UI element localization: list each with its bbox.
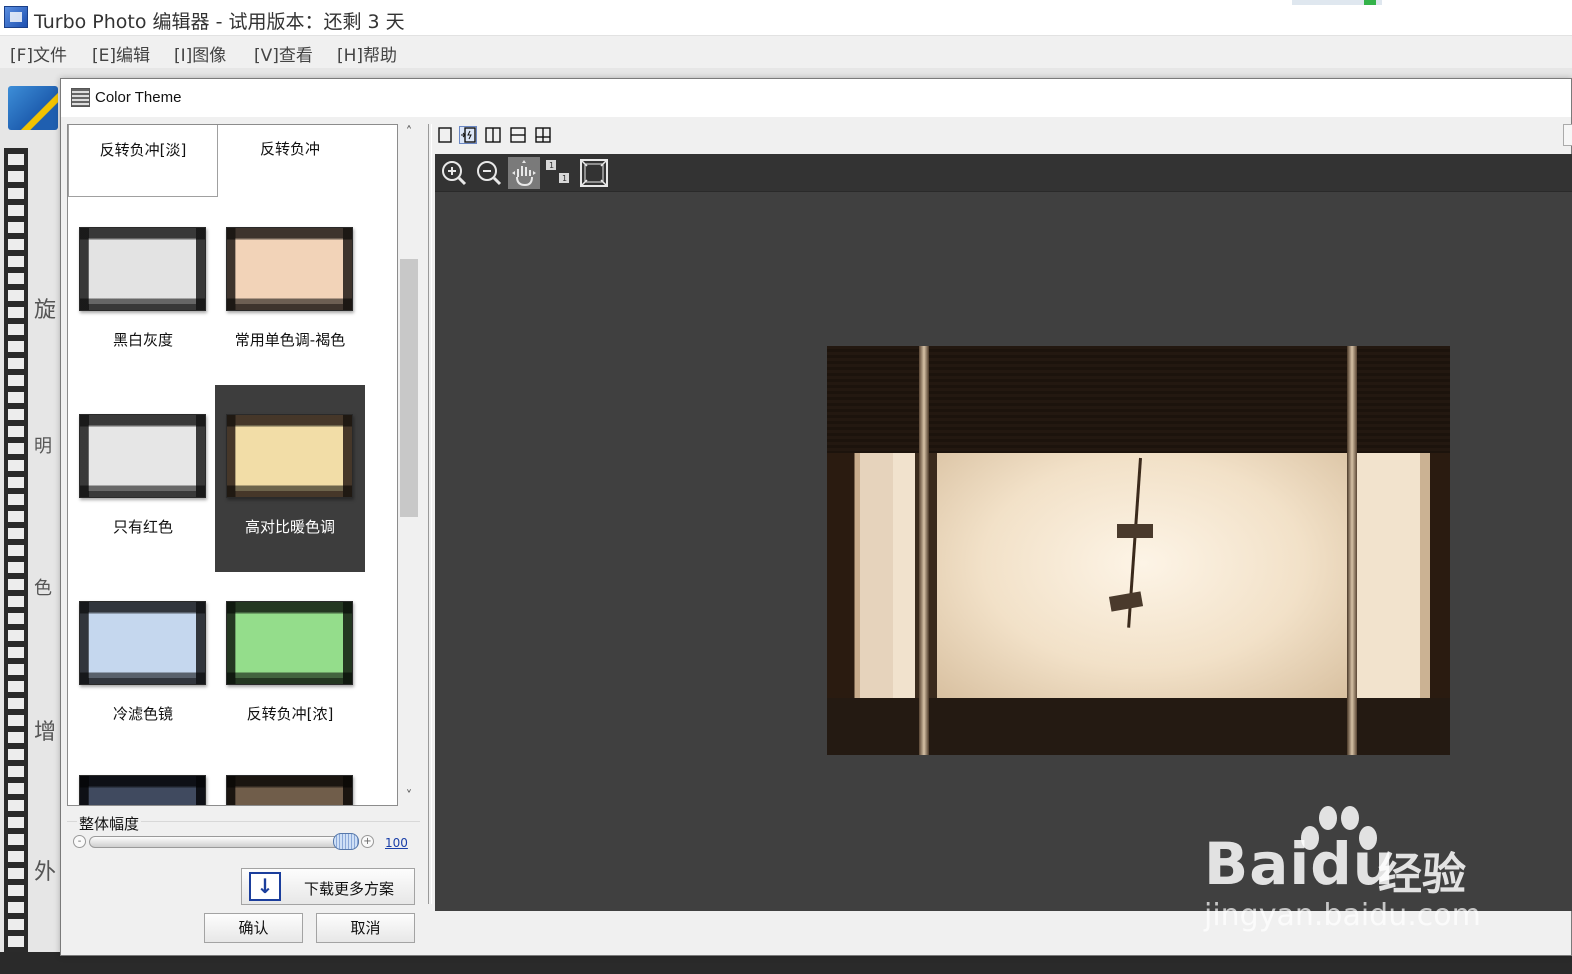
menu-file[interactable]: [F]文件: [10, 41, 67, 66]
split-vertical-icon[interactable]: [484, 126, 502, 144]
side-label: 外: [34, 860, 57, 885]
preview-image-tape: [1117, 524, 1153, 538]
menu-view[interactable]: [V]查看: [254, 41, 313, 66]
side-label: 增: [34, 720, 57, 745]
download-more-label: 下载更多方案: [304, 880, 395, 898]
theme-label: 冷滤色镜: [112, 705, 173, 723]
watermark-brand: Baidu: [1204, 830, 1395, 898]
preview-panel: 11: [435, 154, 1572, 911]
theme-tile[interactable]: 高对比暖色调: [215, 385, 365, 572]
download-icon: ↓: [249, 872, 281, 901]
scroll-down-icon[interactable]: ˅: [399, 788, 419, 806]
theme-list-scrollbar[interactable]: ˄ ˅: [399, 124, 419, 806]
theme-thumbnail: [79, 227, 206, 311]
side-label: 色: [34, 578, 52, 599]
theme-tile[interactable]: 只有红色: [68, 385, 218, 572]
amplitude-slider[interactable]: [89, 836, 359, 848]
side-label: 明: [34, 436, 52, 457]
watermark-url: jingyan.baidu.com: [1204, 898, 1481, 933]
side-label: 旋: [34, 298, 57, 323]
theme-thumbnail: [226, 775, 353, 805]
menu-edit[interactable]: [E]编辑: [92, 41, 150, 66]
svg-text:1: 1: [562, 174, 567, 183]
dialog-titlebar: Color Theme: [61, 79, 1571, 117]
theme-tile[interactable]: 反转负冲[浓]: [215, 572, 365, 759]
svg-text:1: 1: [549, 161, 554, 170]
watermark-jingyan: 经验: [1378, 849, 1466, 900]
top-indicator: [1292, 0, 1382, 5]
preview-image: [827, 346, 1450, 755]
theme-tile[interactable]: [215, 759, 365, 805]
fit-window-icon[interactable]: [578, 157, 610, 189]
theme-thumbnail: [79, 775, 206, 805]
dialog-app-icon: [71, 88, 90, 107]
preview-image-frame: [1347, 346, 1357, 755]
theme-thumbnail: [226, 227, 353, 311]
theme-label: 反转负冲: [259, 140, 320, 158]
app-titlebar: Turbo Photo 编辑器 - 试用版本：还剩 3 天: [0, 0, 1572, 36]
menu-help[interactable]: [H]帮助: [337, 41, 397, 66]
theme-label: 常用单色调-褐色: [234, 331, 346, 349]
actual-size-icon[interactable]: 11: [543, 157, 575, 189]
theme-label: 反转负冲[浓]: [246, 705, 334, 723]
pan-hand-icon[interactable]: [508, 157, 540, 189]
preview-image-backdrop: [937, 453, 1349, 698]
tool-icon[interactable]: [8, 86, 58, 130]
app-title: Turbo Photo 编辑器 - 试用版本：还剩 3 天: [34, 11, 405, 33]
theme-thumbnail: [79, 414, 206, 498]
amplitude-group: 整体幅度 - + 100: [67, 813, 420, 861]
amplitude-slider-handle[interactable]: [333, 833, 359, 850]
menu-image[interactable]: [I]图像: [174, 41, 226, 66]
split-horizontal-icon[interactable]: [509, 126, 527, 144]
app-logo-icon: [4, 6, 28, 28]
theme-tile[interactable]: 黑白灰度: [68, 198, 218, 385]
zoom-in-icon[interactable]: [438, 157, 470, 189]
theme-thumbnail: [79, 601, 206, 685]
theme-tile[interactable]: 反转负冲: [215, 125, 365, 197]
theme-tile[interactable]: 反转负冲[淡]: [68, 125, 218, 197]
theme-tile[interactable]: 冷滤色镜: [68, 572, 218, 759]
download-more-button[interactable]: ↓ 下载更多方案: [241, 868, 415, 905]
theme-label: 黑白灰度: [112, 331, 173, 349]
theme-list[interactable]: 反转负冲[淡] 反转负冲黑白灰度 常用单色调-褐色只有红色 高对比暖色调冷滤色镜 反转负…: [67, 124, 398, 806]
slider-decrease-icon[interactable]: -: [73, 835, 86, 848]
zoom-out-icon[interactable]: [473, 157, 505, 189]
compare-quad-icon[interactable]: [534, 126, 552, 144]
scroll-up-icon[interactable]: ˄: [399, 124, 419, 142]
preview-image-frame: [919, 346, 929, 755]
theme-tile[interactable]: 常用单色调-褐色: [215, 198, 365, 385]
theme-label: 反转负冲[淡]: [99, 141, 187, 159]
before-after-icon[interactable]: [459, 126, 477, 144]
cancel-button[interactable]: 取消: [316, 913, 415, 943]
theme-label: 高对比暖色调: [244, 518, 335, 536]
pane-divider[interactable]: [428, 124, 432, 904]
slider-increase-icon[interactable]: +: [361, 835, 374, 848]
amplitude-value-link[interactable]: 100: [385, 836, 408, 850]
watermark-brand-latin: Bai: [1204, 830, 1311, 898]
filmstrip: [4, 148, 28, 974]
panel-edge: [1563, 124, 1572, 146]
theme-thumbnail: [226, 414, 353, 498]
amplitude-label: 整体幅度: [77, 813, 142, 834]
baidu-watermark: Baidu 经验 jingyan.baidu.com: [1200, 800, 1500, 940]
theme-tile[interactable]: [68, 759, 218, 805]
theme-label: 只有红色: [112, 518, 173, 536]
preview-toolbar: 11: [435, 154, 1572, 192]
theme-thumbnail: [226, 601, 353, 685]
ok-button[interactable]: 确认: [204, 913, 303, 943]
dialog-title: Color Theme: [95, 89, 182, 106]
single-view-icon[interactable]: [436, 126, 454, 144]
menubar: [F]文件 [E]编辑 [I]图像 [V]查看 [H]帮助: [0, 36, 1572, 68]
scroll-thumb[interactable]: [400, 259, 418, 517]
